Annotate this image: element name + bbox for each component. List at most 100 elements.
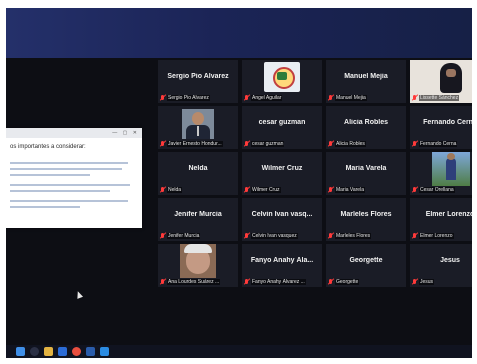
participant-tile[interactable]: Jenifer Murcia Jenifer Murcia (158, 198, 238, 241)
participant-display-name: Alicia Robles (344, 119, 388, 126)
participant-tile[interactable]: Sergio Pio Alvarez Sergio Pio Alvarez (158, 60, 238, 103)
participant-display-name: Jenifer Murcia (174, 211, 222, 218)
taskbar (6, 345, 472, 358)
mic-muted-icon (412, 187, 417, 193)
store-icon[interactable] (58, 347, 67, 356)
participant-label: Elmer Lorenzo (412, 233, 472, 239)
participant-label: Fernando Cerna (412, 141, 472, 147)
text-line (10, 168, 122, 170)
text-line (10, 174, 90, 176)
participant-gallery: Sergio Pio Alvarez Sergio Pio Alvarez Ange… (158, 60, 472, 287)
file-explorer-icon[interactable] (44, 347, 53, 356)
participant-tile[interactable]: Celvin Ivan vasq... Celvin Ivan vasquez (242, 198, 322, 241)
participant-name-label: Angel Aguilar (251, 95, 283, 101)
participant-name-label: Fernando Cerna (419, 141, 458, 147)
participant-tile[interactable]: Alicia Robles Alicia Robles (326, 106, 406, 149)
text-line (10, 200, 128, 202)
participant-display-name: Elmer Lorenzo (425, 211, 472, 218)
participant-name-label: Lissette Sánchez (419, 95, 460, 101)
zoom-icon[interactable] (100, 347, 109, 356)
chrome-icon[interactable] (72, 347, 81, 356)
participant-display-name: cesar guzman (258, 119, 306, 126)
participant-tile[interactable]: Cesar Orellana (410, 152, 472, 195)
participant-tile[interactable]: Marleles Flores Marleles Flores (326, 198, 406, 241)
participant-label: Javier Ernesto Hondur... (160, 141, 236, 147)
participant-display-name: Fernando Cerna (423, 119, 472, 126)
participant-tile[interactable]: Maria Varela Maria Varela (326, 152, 406, 195)
participant-tile[interactable]: Ana Lourdes Suárez ... (158, 244, 238, 287)
participant-name-label: Nelda (167, 187, 183, 193)
participant-label: Wilmer Cruz (244, 187, 320, 193)
profile-logo-image (264, 62, 300, 92)
participant-tile[interactable]: Manuel Mejia Manuel Mejia (326, 60, 406, 103)
participant-name-label: Fanyo Anahy Álvarez ... (251, 279, 306, 285)
participant-label: Lissette Sánchez (412, 95, 472, 101)
shared-document-window[interactable]: — ▢ ✕ os importantes a considerar: (6, 128, 142, 228)
participant-tile[interactable]: Lissette Sánchez (410, 60, 472, 103)
participant-name-label: Cesar Orellana (419, 187, 455, 193)
mic-muted-icon (412, 233, 417, 239)
participant-label: Nelda (160, 187, 236, 193)
mic-muted-icon (160, 187, 165, 193)
mic-muted-icon (412, 95, 417, 101)
participant-name-label: Maria Varela (335, 187, 365, 193)
participant-label: Jenifer Murcia (160, 233, 236, 239)
participant-display-name: Manuel Mejia (344, 73, 388, 80)
participant-tile[interactable]: Jesus Jesus (410, 244, 472, 287)
participant-tile[interactable]: Fanyo Anahy Ála... Fanyo Anahy Álvarez ..… (242, 244, 322, 287)
participant-label: cesar guzman (244, 141, 320, 147)
mic-muted-icon (244, 141, 249, 147)
participant-tile[interactable]: Angel Aguilar (242, 60, 322, 103)
participant-name-label: Elmer Lorenzo (419, 233, 454, 239)
participant-name-label: Jenifer Murcia (167, 233, 201, 239)
participant-label: Cesar Orellana (412, 187, 472, 193)
mic-muted-icon (328, 279, 333, 285)
participant-name-label: Sergio Pio Alvarez (167, 95, 210, 101)
mic-muted-icon (244, 187, 249, 193)
participant-label: Jesus (412, 279, 472, 285)
participant-label: Sergio Pio Alvarez (160, 95, 236, 101)
mouse-cursor (74, 290, 84, 299)
mic-muted-icon (160, 233, 165, 239)
participant-name-label: Javier Ernesto Hondur... (167, 141, 223, 147)
participant-display-name: Nelda (188, 165, 208, 172)
participant-name-label: Wilmer Cruz (251, 187, 281, 193)
text-line (10, 184, 130, 186)
window-controls[interactable]: — ▢ ✕ (112, 130, 139, 136)
participant-tile[interactable]: Fernando Cerna Fernando Cerna (410, 106, 472, 149)
participant-label: Fanyo Anahy Álvarez ... (244, 279, 320, 285)
participant-tile[interactable]: Nelda Nelda (158, 152, 238, 195)
participant-name-label: Jesus (419, 279, 435, 285)
participant-display-name: Wilmer Cruz (261, 165, 303, 172)
word-icon[interactable] (86, 347, 95, 356)
participant-display-name: Jesus (440, 257, 460, 264)
participant-display-name: Sergio Pio Alvarez (167, 73, 229, 80)
top-backdrop (6, 8, 472, 58)
mic-muted-icon (160, 141, 165, 147)
participant-tile[interactable]: Elmer Lorenzo Elmer Lorenzo (410, 198, 472, 241)
participant-name-label: Celvin Ivan vasquez (251, 233, 298, 239)
window-titlebar[interactable]: — ▢ ✕ (6, 128, 142, 138)
mic-muted-icon (412, 141, 417, 147)
windows-icon[interactable] (16, 347, 25, 356)
participant-name-label: Georgette (335, 279, 360, 285)
mic-muted-icon (328, 233, 333, 239)
participant-label: Angel Aguilar (244, 95, 320, 101)
mic-muted-icon (244, 95, 249, 101)
participant-label: Manuel Mejia (328, 95, 404, 101)
profile-photo (182, 109, 214, 139)
participant-tile[interactable]: Wilmer Cruz Wilmer Cruz (242, 152, 322, 195)
text-line (10, 206, 80, 208)
participant-display-name: Maria Varela (345, 165, 387, 172)
participant-label: Alicia Robles (328, 141, 404, 147)
search-icon[interactable] (30, 347, 39, 356)
text-line (10, 190, 110, 192)
participant-name-label: cesar guzman (251, 141, 285, 147)
mic-muted-icon (328, 187, 333, 193)
participant-tile[interactable]: Georgette Georgette (326, 244, 406, 287)
participant-display-name: Fanyo Anahy Ála... (250, 257, 314, 264)
profile-photo (180, 244, 216, 278)
participant-tile[interactable]: Javier Ernesto Hondur... (158, 106, 238, 149)
mic-muted-icon (160, 95, 165, 101)
participant-tile[interactable]: cesar guzman cesar guzman (242, 106, 322, 149)
